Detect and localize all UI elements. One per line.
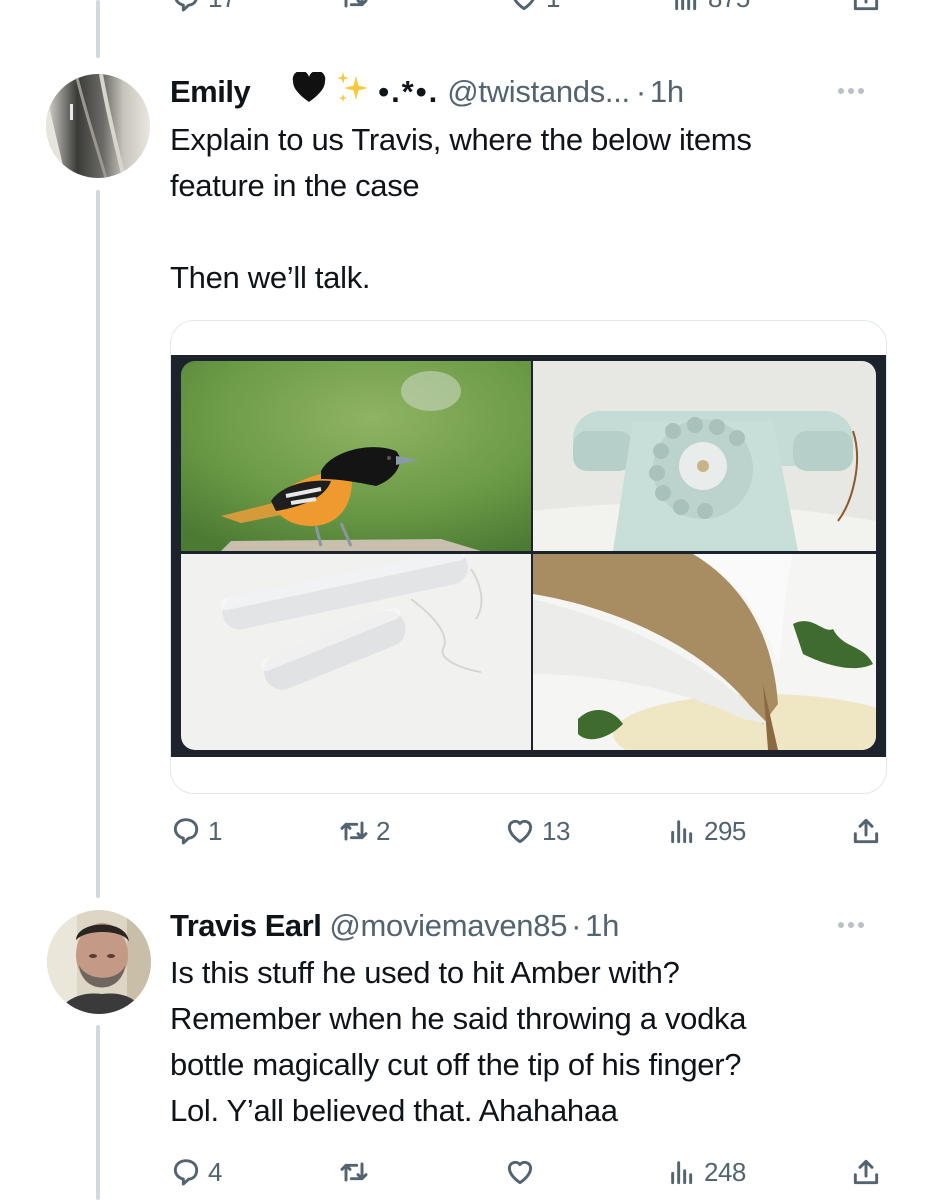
avatar-emily[interactable] xyxy=(46,74,150,178)
heart-icon xyxy=(507,1160,533,1185)
more-dot xyxy=(848,88,854,94)
more-dot xyxy=(858,88,864,94)
timestamp[interactable]: 1h xyxy=(585,908,619,944)
gravy-image xyxy=(533,554,876,750)
views-icon xyxy=(675,0,697,11)
tweet-text: Is this stuff he used to hit Amber with?… xyxy=(170,955,747,1128)
retweet-count: 2 xyxy=(376,815,390,846)
media-image-bird[interactable] xyxy=(181,361,531,551)
reply-icon xyxy=(173,1159,199,1186)
tweet-header: Emily •.*•. @twistands... · 1h xyxy=(170,70,684,114)
retweet-button[interactable] xyxy=(338,0,370,18)
like-button[interactable]: 1 xyxy=(508,0,560,18)
views-button[interactable]: 295 xyxy=(666,811,746,851)
view-count: 248 xyxy=(704,1156,746,1187)
share-icon xyxy=(853,818,879,844)
views-button[interactable]: 875 xyxy=(670,0,750,18)
retweet-icon xyxy=(340,821,368,841)
views-icon xyxy=(671,820,693,844)
reply-button[interactable]: 17 xyxy=(170,0,236,18)
timestamp[interactable]: 1h xyxy=(650,74,684,110)
more-dot xyxy=(858,922,864,928)
thread-line-bottom xyxy=(96,1025,100,1200)
share-button[interactable] xyxy=(850,811,882,851)
like-button[interactable]: 13 xyxy=(504,811,570,851)
media-image-telephone[interactable] xyxy=(533,361,876,551)
tweet-actions: 4 248 xyxy=(170,1152,886,1192)
handle[interactable]: @moviemaven85 xyxy=(329,908,567,944)
like-count: 13 xyxy=(542,815,570,846)
display-name[interactable]: Travis Earl xyxy=(170,908,322,944)
previous-tweet-actions: 17 1 875 xyxy=(170,0,886,18)
thread-line-middle xyxy=(96,190,100,898)
retweet-button[interactable] xyxy=(338,1152,370,1192)
reply-count: 4 xyxy=(208,1156,222,1187)
reply-count: 17 xyxy=(208,0,236,14)
thread-line-top xyxy=(96,0,100,58)
share-button[interactable] xyxy=(850,0,882,18)
views-button[interactable]: 248 xyxy=(666,1152,746,1192)
more-options-button[interactable] xyxy=(838,88,864,94)
views-icon xyxy=(671,1161,693,1185)
tampons-image xyxy=(181,554,531,750)
heart-icon xyxy=(513,0,535,11)
tweet-text: Explain to us Travis, where the below it… xyxy=(170,122,752,295)
reply-button[interactable]: 4 xyxy=(170,1152,222,1192)
more-dot xyxy=(838,88,844,94)
handle[interactable]: @twistands... xyxy=(447,74,630,110)
more-dot xyxy=(848,922,854,928)
reply-icon xyxy=(174,0,198,12)
bird-image xyxy=(181,361,531,551)
media-card[interactable] xyxy=(170,320,887,794)
reply-count: 1 xyxy=(208,815,222,846)
retweet-icon xyxy=(340,1162,368,1182)
tweet-header: Travis Earl @moviemaven85 · 1h xyxy=(170,906,619,946)
share-button[interactable] xyxy=(850,1152,882,1192)
avatar-travis[interactable] xyxy=(47,910,151,1014)
retweet-button[interactable]: 2 xyxy=(338,811,390,851)
display-name[interactable]: Emily xyxy=(170,74,251,110)
black-heart-emoji xyxy=(292,70,326,112)
avatar-image xyxy=(46,74,150,178)
media-grid xyxy=(171,355,886,757)
telephone-image xyxy=(533,361,876,551)
separator: · xyxy=(635,74,646,109)
like-count: 1 xyxy=(546,0,560,14)
reply-button[interactable]: 1 xyxy=(170,811,222,851)
share-icon xyxy=(853,1159,879,1185)
media-image-tampons[interactable] xyxy=(181,554,531,750)
tweet-actions: 1 2 13 295 xyxy=(170,811,886,851)
view-count: 295 xyxy=(704,815,746,846)
retweet-icon xyxy=(344,0,368,8)
avatar-image xyxy=(47,910,151,1014)
heart-icon xyxy=(507,819,533,844)
view-count: 875 xyxy=(708,0,750,14)
media-image-gravy[interactable] xyxy=(533,554,876,750)
name-suffix: •.*•. xyxy=(378,74,440,109)
like-button[interactable] xyxy=(504,1152,536,1192)
crescent-moon-emoji xyxy=(250,71,286,113)
share-icon xyxy=(853,0,879,11)
reply-icon xyxy=(173,818,199,845)
sparkles-emoji xyxy=(334,70,370,114)
more-dot xyxy=(838,922,844,928)
separator: · xyxy=(571,908,582,943)
more-options-button[interactable] xyxy=(838,922,864,928)
